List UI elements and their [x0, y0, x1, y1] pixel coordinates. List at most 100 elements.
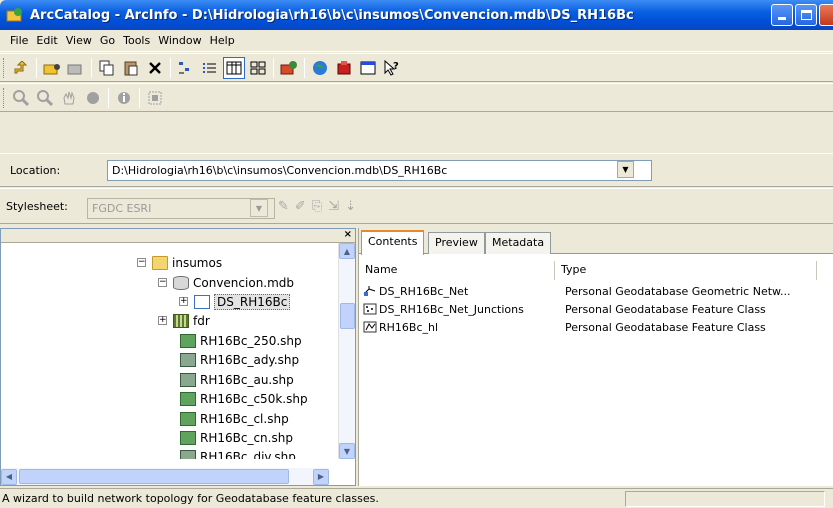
whats-this-icon[interactable]: ? — [381, 57, 403, 79]
expand-icon[interactable]: + — [158, 316, 167, 325]
line-feature-class-icon — [363, 321, 377, 333]
scroll-up-icon[interactable]: ▲ — [339, 243, 355, 259]
tree-item-convencion[interactable]: − Convencion.mdb — [158, 273, 294, 292]
item-type: Personal Geodatabase Feature Class — [565, 302, 766, 316]
connect-folder-icon[interactable] — [41, 57, 63, 79]
menu-help[interactable]: Help — [206, 34, 239, 47]
zoom-out-icon[interactable] — [34, 87, 56, 109]
column-header-type[interactable]: Type — [555, 261, 817, 280]
create-thumbnail-icon[interactable] — [144, 87, 166, 109]
export-metadata-icon[interactable]: ⇲ — [328, 199, 339, 214]
menu-file[interactable]: File — [6, 34, 32, 47]
item-type: Personal Geodatabase Geometric Netw... — [565, 284, 791, 298]
list-item[interactable]: RH16Bc_hl Personal Geodatabase Feature C… — [363, 318, 766, 336]
personal-geodatabase-icon — [173, 275, 189, 290]
copy-icon[interactable] — [96, 57, 118, 79]
maximize-icon — [801, 10, 812, 20]
close-icon[interactable]: × — [344, 229, 352, 240]
location-input[interactable]: D:\Hidrologia\rh16\b\c\insumos\Convencio… — [107, 160, 652, 181]
scroll-thumb[interactable] — [19, 469, 289, 484]
menu-bar: File Edit View Go Tools Window Help — [0, 30, 833, 52]
stylesheet-select[interactable]: FGDC ESRI — [87, 198, 275, 219]
minimize-icon — [778, 17, 786, 20]
tree-item-fdr[interactable]: + fdr — [158, 311, 210, 330]
identify-icon[interactable] — [113, 87, 135, 109]
list-item[interactable]: DS_RH16Bc_Net_Junctions Personal Geodata… — [363, 300, 766, 318]
item-name: RH16Bc_hl — [379, 320, 439, 334]
scroll-thumb[interactable] — [340, 303, 355, 329]
edit-metadata-icon[interactable]: ✎ — [278, 199, 289, 214]
arctoolbox-icon[interactable] — [278, 57, 300, 79]
geometric-network-icon — [363, 286, 376, 296]
menu-go[interactable]: Go — [96, 34, 119, 47]
menu-tools[interactable]: Tools — [119, 34, 154, 47]
command-line-icon[interactable] — [357, 57, 379, 79]
location-toolbar: Location: D:\Hidrologia\rh16\b\c\insumos… — [0, 153, 833, 187]
tree-item-shp[interactable]: RH16Bc_cl.shp — [180, 409, 289, 428]
tree-item-shp[interactable]: RH16Bc_ady.shp — [180, 350, 299, 369]
zoom-in-icon[interactable] — [10, 87, 32, 109]
column-header-name[interactable]: Name — [359, 261, 555, 280]
tree-item-label: RH16Bc_au.shp — [200, 372, 294, 387]
up-one-level-icon[interactable] — [10, 57, 32, 79]
large-icons-icon[interactable] — [175, 57, 197, 79]
scroll-down-icon[interactable]: ▼ — [339, 443, 355, 459]
menu-view[interactable]: View — [62, 34, 96, 47]
minimize-button[interactable] — [771, 4, 793, 26]
tab-contents[interactable]: Contents — [361, 230, 425, 255]
list-icon[interactable] — [199, 57, 221, 79]
tree-item-ds-rh16bc[interactable]: + DS_RH16Bc — [179, 292, 291, 311]
tree-item-label: RH16Bc_c50k.shp — [200, 391, 308, 406]
collapse-icon[interactable]: − — [158, 278, 167, 287]
disconnect-folder-icon[interactable] — [65, 57, 87, 79]
line-shapefile-icon — [180, 333, 196, 348]
collapse-icon[interactable]: − — [137, 258, 146, 267]
tree-item-shp[interactable]: RH16Bc_c50k.shp — [180, 389, 308, 408]
pan-icon[interactable] — [58, 87, 80, 109]
status-bar: A wizard to build network topology for G… — [0, 488, 833, 508]
tree-item-shp[interactable]: RH16Bc_250.shp — [180, 331, 302, 350]
location-dropdown-button[interactable]: ▼ — [617, 161, 634, 178]
maximize-button[interactable] — [795, 4, 817, 26]
standard-toolbar: ? — [0, 53, 833, 82]
delete-icon[interactable] — [144, 57, 166, 79]
scroll-right-icon[interactable]: ▶ — [313, 468, 329, 485]
details-icon[interactable] — [223, 56, 245, 79]
tree-item-label: Convencion.mdb — [193, 275, 295, 290]
polygon-shapefile-icon — [180, 449, 196, 459]
scroll-left-icon[interactable]: ◀ — [1, 468, 17, 485]
menu-edit[interactable]: Edit — [32, 34, 61, 47]
close-button[interactable] — [819, 4, 833, 26]
title-bar: ArcCatalog - ArcInfo - D:\Hidrologia\rh1… — [0, 0, 833, 30]
import-metadata-icon[interactable]: ⎘ — [312, 199, 322, 214]
expand-icon[interactable]: + — [179, 297, 188, 306]
arcmap-icon[interactable] — [309, 57, 331, 79]
tab-preview[interactable]: Preview — [428, 232, 485, 254]
menu-window[interactable]: Window — [154, 34, 205, 47]
update-metadata-icon[interactable]: ⇣ — [345, 199, 356, 214]
tree-item-label: RH16Bc_cn.shp — [200, 430, 293, 445]
tree-item-shp[interactable]: RH16Bc_cn.shp — [180, 428, 293, 447]
tree-horizontal-scrollbar[interactable]: ◀ ▶ — [1, 468, 329, 485]
tree-item-shp[interactable]: RH16Bc_div.shp — [180, 447, 296, 459]
paste-icon[interactable] — [120, 57, 142, 79]
point-feature-class-icon — [363, 303, 377, 315]
tab-metadata[interactable]: Metadata — [485, 232, 552, 254]
toolbar-grip[interactable] — [3, 57, 6, 78]
list-item[interactable]: DS_RH16Bc_Net Personal Geodatabase Geome… — [363, 282, 791, 300]
line-shapefile-icon — [180, 391, 196, 406]
line-shapefile-icon — [180, 430, 196, 445]
polygon-shapefile-icon — [180, 352, 196, 367]
metadata-properties-icon[interactable]: ✐ — [295, 199, 306, 214]
stylesheet-dropdown-button[interactable]: ▼ — [250, 199, 268, 217]
catalog-tree: − insumos − Convencion.mdb + DS_RH16Bc +… — [1, 243, 329, 459]
feature-dataset-icon — [194, 294, 210, 309]
toolbar-grip[interactable] — [3, 87, 6, 108]
view-tabs: Contents Preview Metadata — [359, 228, 833, 255]
model-builder-icon[interactable] — [333, 57, 355, 79]
full-extent-icon[interactable] — [82, 87, 104, 109]
tree-item-shp[interactable]: RH16Bc_au.shp — [180, 370, 294, 389]
thumbnails-icon[interactable] — [247, 57, 269, 79]
tree-item-insumos[interactable]: − insumos — [137, 253, 222, 272]
tree-vertical-scrollbar[interactable]: ▲ ▼ — [338, 243, 355, 459]
